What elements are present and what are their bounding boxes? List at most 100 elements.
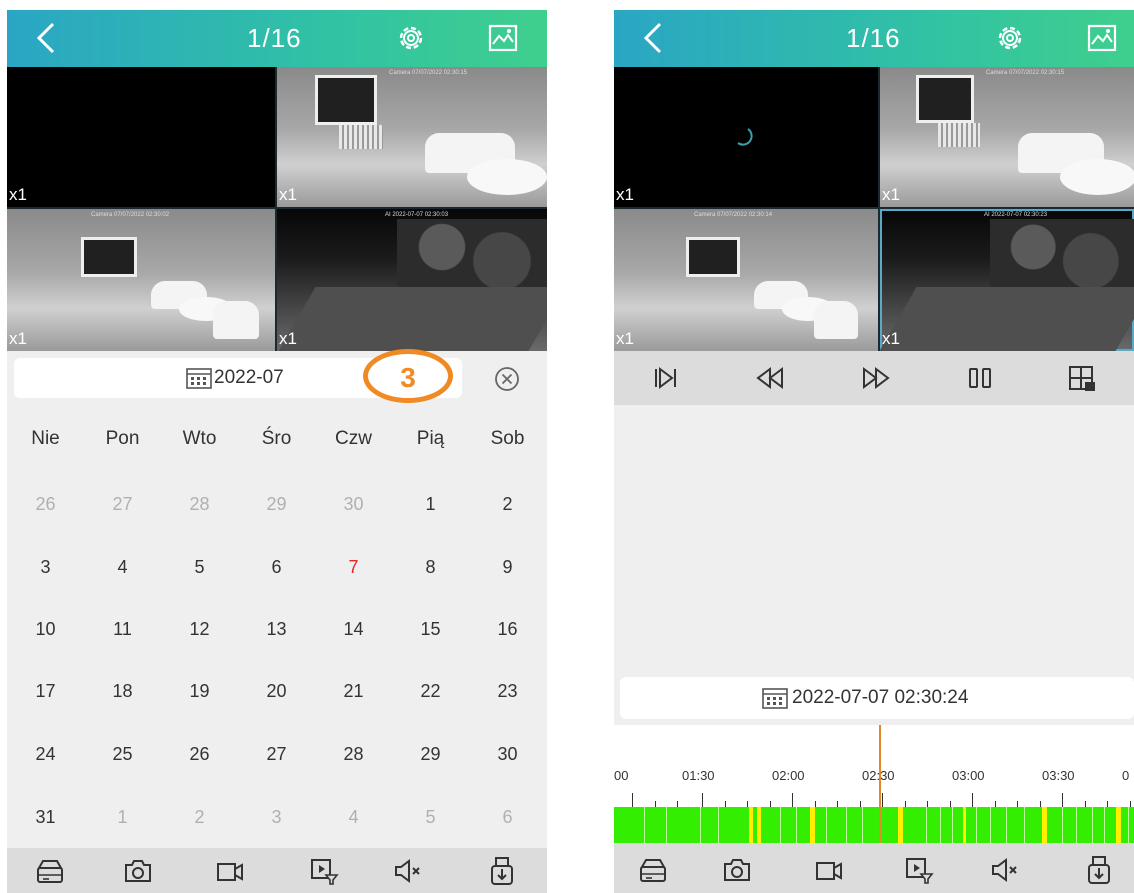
filter-playback-icon[interactable]: [904, 855, 934, 885]
calendar-day[interactable]: 29: [392, 744, 469, 765]
camera-scene: [814, 301, 858, 339]
camera-tile[interactable]: Camera 07/07/2022 02:30:15 x1: [277, 67, 547, 207]
pause-icon[interactable]: [964, 362, 996, 394]
recording-segment-edge: [780, 807, 781, 845]
calendar-day[interactable]: 13: [238, 619, 315, 640]
calendar-day[interactable]: 22: [392, 681, 469, 702]
playhead[interactable]: [879, 725, 881, 843]
calendar-day[interactable]: 4: [84, 557, 161, 578]
weekday-label: Czw: [335, 428, 372, 449]
video-icon[interactable]: [215, 856, 245, 886]
camera-osd: AI 2022-07-07 02:30:03: [385, 212, 449, 218]
calendar-icon: [762, 688, 788, 709]
calendar-day[interactable]: 14: [315, 619, 392, 640]
alarm-segment: [810, 807, 815, 845]
download-icon[interactable]: [1084, 855, 1114, 885]
calendar-day[interactable]: 10: [7, 619, 84, 640]
calendar-day[interactable]: 9: [469, 557, 546, 578]
calendar-day[interactable]: 8: [392, 557, 469, 578]
calendar-day[interactable]: 16: [469, 619, 546, 640]
calendar-day[interactable]: 25: [84, 744, 161, 765]
recording-segment-edge: [846, 807, 847, 845]
calendar-day-other-month: 6: [502, 807, 513, 827]
storage-icon[interactable]: [638, 855, 668, 885]
back-arrow-icon[interactable]: [29, 20, 65, 56]
video-icon[interactable]: [814, 855, 844, 885]
calendar-day[interactable]: 12: [161, 619, 238, 640]
calendar-day[interactable]: 30: [469, 744, 546, 765]
timeline-label: 03:00: [952, 768, 985, 783]
mute-icon[interactable]: [393, 856, 423, 886]
calendar-day[interactable]: 18: [84, 681, 161, 702]
recording-track[interactable]: [614, 807, 1134, 845]
timeline-tick: [1062, 793, 1063, 807]
zoom-label: x1: [9, 329, 27, 348]
calendar-day[interactable]: 3: [7, 557, 84, 578]
storage-icon[interactable]: [35, 856, 65, 886]
recording-segment-edge: [796, 807, 797, 845]
timeline-tick: [792, 793, 793, 807]
camera-tile[interactable]: Camera 07/07/2022 02:30:15 x1: [880, 67, 1134, 207]
image-icon[interactable]: [1086, 22, 1118, 54]
gear-icon[interactable]: [395, 22, 427, 54]
zoom-label: x1: [616, 329, 634, 348]
gear-icon[interactable]: [994, 22, 1026, 54]
zoom-label: x1: [279, 185, 297, 204]
camera-scene: [916, 75, 974, 123]
recording-segment-edge: [862, 807, 863, 845]
calendar-day[interactable]: 23: [469, 681, 546, 702]
recording-segment-edge: [1128, 807, 1129, 845]
camera-tile[interactable]: Camera 07/07/2022 02:30:14 x1: [614, 209, 878, 351]
calendar-day[interactable]: 27: [238, 744, 315, 765]
recording-segment-edge: [1104, 807, 1105, 845]
camera-icon[interactable]: [123, 856, 153, 886]
alarm-segment: [1116, 807, 1121, 845]
fast-forward-icon[interactable]: [860, 362, 892, 394]
calendar-day[interactable]: 21: [315, 681, 392, 702]
step-forward-icon[interactable]: [650, 362, 682, 394]
weekday-label: Śro: [261, 428, 292, 449]
calendar-day[interactable]: 2: [469, 494, 546, 515]
calendar-day[interactable]: 17: [7, 681, 84, 702]
calendar-day[interactable]: 28: [315, 744, 392, 765]
calendar-day-today[interactable]: 7: [315, 557, 392, 578]
calendar-day[interactable]: 31: [7, 807, 84, 828]
camera-tile[interactable]: x1: [7, 67, 275, 207]
recording-segment-edge: [1006, 807, 1007, 845]
calendar-panel: 2022-07 3 Nie Pon Wto Śro Czw Pią Sob 26 27 28 29…: [7, 349, 547, 848]
camera-scene: [880, 287, 1134, 351]
back-arrow-icon[interactable]: [636, 20, 672, 56]
datetime-selector[interactable]: 2022-07-07 02:30:24: [620, 677, 1134, 719]
calendar-day[interactable]: 19: [161, 681, 238, 702]
camera-tile[interactable]: AI 2022-07-07 02:30:03 x1: [277, 209, 547, 351]
recording-segment-edge: [952, 807, 953, 845]
calendar-day[interactable]: 11: [84, 619, 161, 640]
calendar-day[interactable]: 6: [238, 557, 315, 578]
close-circle-icon[interactable]: [493, 365, 521, 393]
mute-icon[interactable]: [990, 855, 1020, 885]
step-badge: 3: [363, 349, 453, 403]
rewind-icon[interactable]: [754, 362, 786, 394]
camera-grid: x1 Camera 07/07/2022 02:30:15 x1 Camera …: [7, 67, 547, 351]
camera-icon[interactable]: [722, 855, 752, 885]
camera-tile[interactable]: x1: [614, 67, 878, 207]
camera-scene: [81, 237, 137, 277]
recording-segment-edge: [926, 807, 927, 845]
calendar-day[interactable]: 26: [161, 744, 238, 765]
calendar-day[interactable]: 20: [238, 681, 315, 702]
calendar-day[interactable]: 1: [392, 494, 469, 515]
camera-osd: Camera 07/07/2022 02:30:14: [694, 212, 773, 218]
download-icon[interactable]: [487, 856, 517, 886]
timeline[interactable]: 0001:3002:0002:3003:0003:300: [614, 725, 1134, 845]
zoom-label: x1: [279, 329, 297, 348]
image-icon[interactable]: [487, 22, 519, 54]
calendar-day-other-month: 5: [425, 807, 436, 827]
camera-tile[interactable]: Camera 07/07/2022 02:30:02 x1: [7, 209, 275, 351]
filter-playback-icon[interactable]: [309, 856, 339, 886]
camera-tile-selected[interactable]: AI 2022-07-07 02:30:23 x1: [880, 209, 1134, 351]
timeline-tick: [882, 793, 883, 807]
layout-grid-icon[interactable]: [1066, 362, 1098, 394]
calendar-day[interactable]: 15: [392, 619, 469, 640]
calendar-day[interactable]: 24: [7, 744, 84, 765]
calendar-day[interactable]: 5: [161, 557, 238, 578]
